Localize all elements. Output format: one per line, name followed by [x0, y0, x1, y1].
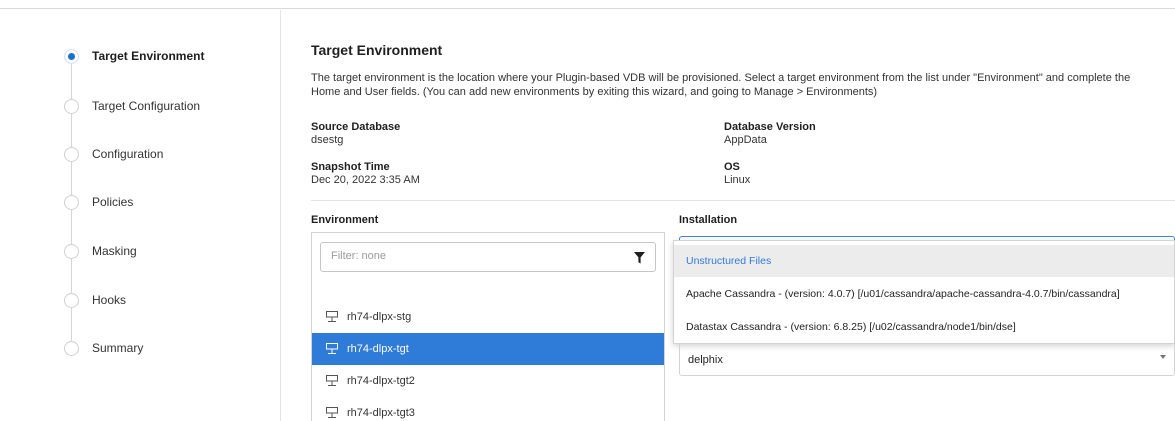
snapshot-time-value: Dec 20, 2022 3:35 AM	[311, 174, 420, 186]
step-hooks[interactable]: Hooks	[64, 292, 126, 308]
installation-heading: Installation	[679, 214, 738, 226]
installation-option[interactable]: Datastax Cassandra - (version: 6.8.25) […	[674, 311, 1174, 343]
filter-input[interactable]	[331, 250, 621, 262]
step-label: Policies	[92, 195, 134, 209]
environment-heading: Environment	[311, 214, 379, 226]
environment-name: rh74-dlpx-tgt3	[347, 407, 415, 419]
user-select[interactable]: delphix	[679, 343, 1175, 376]
step-indicator-icon	[64, 243, 79, 259]
step-target-environment[interactable]: Target Environment	[64, 48, 204, 64]
environment-filter[interactable]	[320, 242, 656, 272]
step-indicator-icon	[64, 146, 79, 162]
environment-name: rh74-dlpx-stg	[347, 311, 412, 323]
installation-dropdown-menu: Unstructured Files Apache Cassandra - (v…	[673, 240, 1175, 344]
environment-list: rh74-dlpx-stg rh74-dlpx-tgt rh74-dlpx-tg…	[311, 232, 665, 421]
step-target-configuration[interactable]: Target Configuration	[64, 98, 200, 114]
database-version-label: Database Version	[724, 121, 816, 133]
step-label: Summary	[92, 341, 144, 355]
step-indicator-icon	[64, 194, 79, 210]
step-label: Target Environment	[92, 49, 205, 63]
installation-option[interactable]: Apache Cassandra - (version: 4.0.7) [/u0…	[674, 278, 1174, 310]
wizard-steps: Target Environment Target Configuration …	[0, 10, 281, 421]
source-database-label: Source Database	[311, 121, 401, 133]
environment-name: rh74-dlpx-tgt	[347, 343, 409, 355]
chevron-down-icon	[1160, 355, 1166, 359]
step-label: Configuration	[92, 147, 164, 161]
step-label: Target Configuration	[92, 99, 201, 113]
step-label: Masking	[92, 244, 137, 258]
step-summary[interactable]: Summary	[64, 340, 143, 356]
source-database-value: dsestg	[311, 134, 344, 146]
server-icon	[326, 407, 338, 418]
page-description: The target environment is the location w…	[311, 72, 1131, 98]
environment-name: rh74-dlpx-tgt2	[347, 375, 415, 387]
server-icon	[326, 343, 338, 354]
step-configuration[interactable]: Configuration	[64, 146, 163, 162]
funnel-icon[interactable]	[634, 252, 645, 264]
divider	[311, 200, 1175, 201]
page-title: Target Environment	[311, 42, 443, 58]
step-label: Hooks	[92, 293, 127, 307]
os-label: OS	[724, 161, 740, 173]
environment-item-selected[interactable]: rh74-dlpx-tgt	[312, 333, 664, 365]
step-indicator-icon	[64, 98, 79, 114]
environment-item[interactable]: rh74-dlpx-tgt2	[312, 365, 664, 397]
os-value: Linux	[724, 174, 751, 186]
step-indicator-icon	[64, 340, 79, 356]
snapshot-time-label: Snapshot Time	[311, 161, 390, 173]
user-select-value: delphix	[688, 354, 723, 366]
database-version-value: AppData	[724, 134, 767, 146]
environment-item[interactable]: rh74-dlpx-tgt3	[312, 397, 664, 421]
installation-option[interactable]: Unstructured Files	[674, 245, 1174, 277]
environment-item[interactable]: rh74-dlpx-stg	[312, 301, 664, 333]
step-indicator-icon	[64, 48, 79, 64]
step-indicator-icon	[64, 292, 79, 308]
server-icon	[326, 375, 338, 386]
main-panel: Target Environment The target environmen…	[311, 0, 1175, 421]
server-icon	[326, 311, 338, 322]
step-masking[interactable]: Masking	[64, 243, 137, 259]
step-policies[interactable]: Policies	[64, 194, 133, 210]
